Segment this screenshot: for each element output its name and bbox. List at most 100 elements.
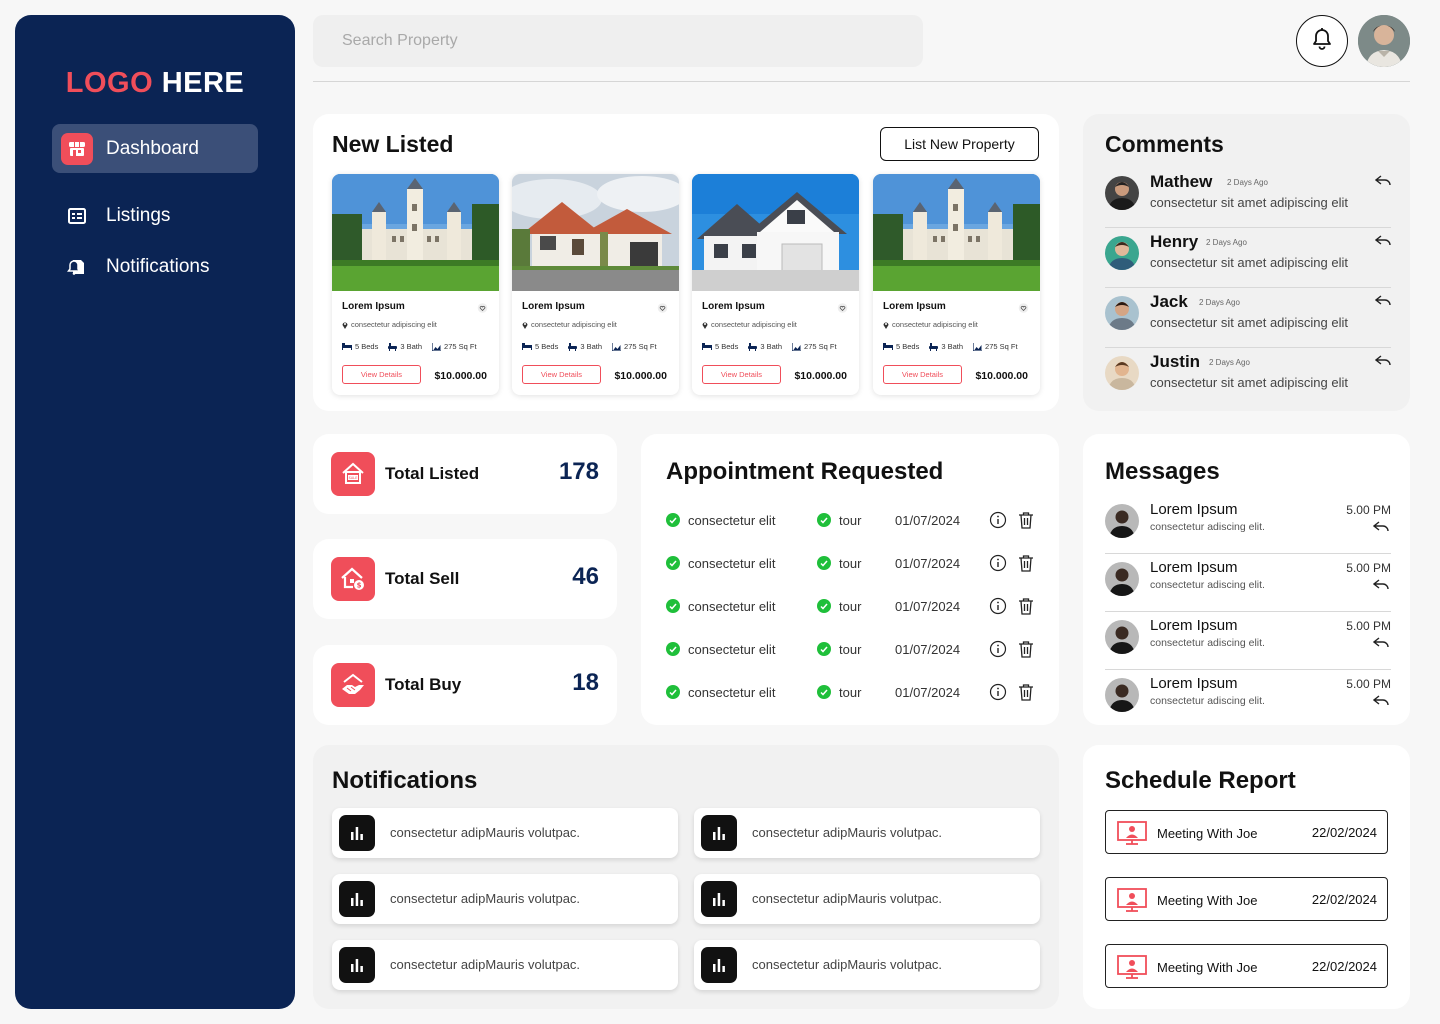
stat-value: 18	[572, 669, 599, 696]
heart-icon[interactable]	[1018, 300, 1029, 318]
trash-icon[interactable]	[1018, 597, 1034, 618]
view-details-button[interactable]: View Details	[522, 365, 601, 384]
schedule-item[interactable]: Meeting With Joe 22/02/2024	[1105, 810, 1388, 854]
stat-card-total-buy: Total Buy 18	[313, 645, 617, 725]
notifications-card: Notifications consectetur adipMauris vol…	[313, 745, 1059, 1009]
trash-icon[interactable]	[1018, 554, 1034, 575]
comment-time: 2 Days Ago	[1199, 298, 1240, 307]
appointment-type: tour	[839, 642, 862, 657]
reply-icon[interactable]	[1374, 174, 1391, 192]
presentation-icon	[1117, 955, 1147, 984]
notification-item[interactable]: consectetur adipMauris volutpac.	[694, 874, 1040, 924]
appointment-row: consectetur elit tour 01/07/2024	[666, 551, 1036, 575]
logo-part1: LOGO	[65, 67, 154, 99]
view-details-button[interactable]: View Details	[883, 365, 962, 384]
notification-text: consectetur adipMauris volutpac.	[752, 957, 943, 972]
heart-icon[interactable]	[837, 300, 848, 318]
notification-bell-button[interactable]	[1296, 15, 1348, 67]
message-item[interactable]: Lorem Ipsum consectetur adiscing elit. 5…	[1105, 554, 1391, 612]
schedule-item[interactable]: Meeting With Joe 22/02/2024	[1105, 877, 1388, 921]
comment-author: Jack	[1150, 292, 1188, 311]
area-chart-icon	[432, 342, 442, 351]
property-image-castle	[873, 174, 1040, 291]
appointment-type: tour	[839, 556, 862, 571]
bed-icon	[883, 343, 893, 350]
reply-icon[interactable]	[1374, 354, 1391, 372]
check-circle-icon	[666, 642, 680, 656]
reply-icon[interactable]	[1374, 234, 1391, 252]
notification-item[interactable]: consectetur adipMauris volutpac.	[332, 808, 678, 858]
stat-value: 178	[558, 458, 599, 485]
notification-item[interactable]: consectetur adipMauris volutpac.	[332, 940, 678, 990]
reply-icon[interactable]	[1372, 636, 1389, 654]
appointment-date: 01/07/2024	[895, 599, 961, 614]
trash-icon[interactable]	[1018, 640, 1034, 661]
property-image-house	[692, 174, 859, 291]
storefront-icon	[61, 132, 93, 165]
notification-item[interactable]: consectetur adipMauris volutpac.	[694, 940, 1040, 990]
notification-item[interactable]: consectetur adipMauris volutpac.	[332, 874, 678, 924]
user-avatar[interactable]	[1358, 15, 1410, 67]
message-text: consectetur adiscing elit.	[1150, 579, 1265, 591]
reply-icon[interactable]	[1372, 694, 1389, 712]
notification-item[interactable]: consectetur adipMauris volutpac.	[694, 808, 1040, 858]
location-pin-icon	[702, 322, 708, 329]
presentation-icon	[1117, 821, 1147, 850]
schedule-name: Meeting With Joe	[1157, 826, 1258, 841]
info-icon[interactable]	[989, 597, 1007, 618]
info-icon[interactable]	[989, 683, 1007, 704]
appointment-type: tour	[839, 685, 862, 700]
property-address: consectetur adipiscing elit	[522, 320, 617, 329]
view-details-button[interactable]: View Details	[342, 365, 421, 384]
avatar	[1105, 620, 1139, 654]
info-icon[interactable]	[989, 511, 1007, 532]
bar-chart-icon	[701, 947, 737, 983]
stat-label: Total Buy	[385, 675, 462, 694]
property-features: 5 Beds 3 Bath 275 Sq Ft	[883, 342, 1018, 351]
sidebar-item-listings[interactable]: Listings	[52, 191, 258, 240]
sidebar-item-dashboard[interactable]: Dashboard	[52, 124, 258, 173]
message-item[interactable]: Lorem Ipsum consectetur adiscing elit. 5…	[1105, 612, 1391, 670]
comment-item: Justin 2 Days Ago consectetur sit amet a…	[1105, 348, 1391, 408]
heart-icon[interactable]	[657, 300, 668, 318]
comment-text: consectetur sit amet adipiscing elit	[1150, 255, 1348, 270]
schedule-date: 22/02/2024	[1311, 825, 1377, 840]
appointment-text: consectetur elit	[688, 642, 776, 657]
schedule-item[interactable]: Meeting With Joe 22/02/2024	[1105, 944, 1388, 988]
view-details-button[interactable]: View Details	[702, 365, 781, 384]
info-icon[interactable]	[989, 554, 1007, 575]
appointment-date: 01/07/2024	[895, 513, 961, 528]
trash-icon[interactable]	[1018, 511, 1034, 532]
property-card[interactable]: Lorem Ipsum consectetur adipiscing elit …	[512, 174, 679, 395]
schedule-name: Meeting With Joe	[1157, 893, 1258, 908]
reply-icon[interactable]	[1372, 520, 1389, 538]
heart-icon[interactable]	[477, 300, 488, 318]
messages-card: Messages Lorem Ipsum consectetur adiscin…	[1083, 434, 1410, 725]
info-icon[interactable]	[989, 640, 1007, 661]
avatar	[1105, 176, 1139, 210]
property-card[interactable]: Lorem Ipsum consectetur adipiscing elit …	[873, 174, 1040, 395]
list-new-property-button[interactable]: List New Property	[880, 127, 1039, 161]
sidebar: LOGO HERE Dashboard Listings Notificatio…	[15, 15, 295, 1009]
sidebar-item-notifications[interactable]: Notifications	[52, 242, 258, 291]
property-card[interactable]: Lorem Ipsum consectetur adipiscing elit …	[692, 174, 859, 395]
search-input[interactable]	[313, 15, 923, 67]
reply-icon[interactable]	[1372, 578, 1389, 596]
message-time: 5.00 PM	[1346, 503, 1391, 517]
message-sender: Lorem Ipsum	[1150, 675, 1238, 692]
notification-text: consectetur adipMauris volutpac.	[390, 825, 581, 840]
presentation-icon	[1117, 888, 1147, 917]
message-item[interactable]: Lorem Ipsum consectetur adiscing elit. 5…	[1105, 670, 1391, 728]
area-chart-icon	[612, 342, 622, 351]
comment-time: 2 Days Ago	[1209, 358, 1250, 367]
bed-icon	[522, 343, 532, 350]
sidebar-item-label: Dashboard	[106, 137, 199, 159]
property-card[interactable]: Lorem Ipsum consectetur adipiscing elit …	[332, 174, 499, 395]
trash-icon[interactable]	[1018, 683, 1034, 704]
message-text: consectetur adiscing elit.	[1150, 695, 1265, 707]
message-item[interactable]: Lorem Ipsum consectetur adiscing elit. 5…	[1105, 496, 1391, 554]
property-price: $10.000.00	[794, 370, 847, 382]
bath-icon	[568, 342, 578, 351]
reply-icon[interactable]	[1374, 294, 1391, 312]
sidebar-item-label: Notifications	[106, 255, 210, 277]
